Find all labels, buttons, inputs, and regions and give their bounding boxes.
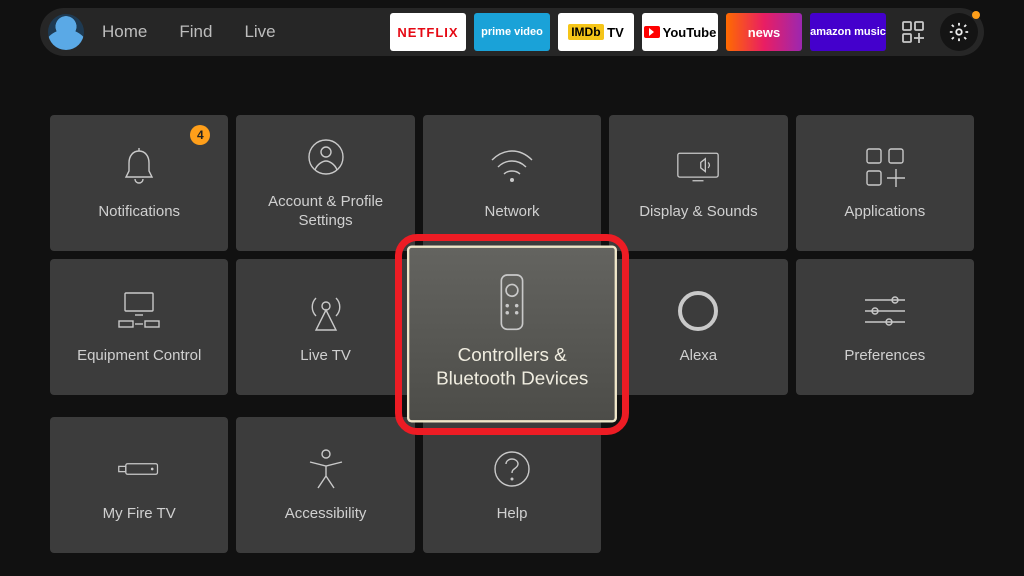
accessibility-person-icon <box>304 447 348 491</box>
tile-accessibility[interactable]: Accessibility <box>236 417 414 553</box>
nav-live[interactable]: Live <box>230 22 289 42</box>
tile-label: My Fire TV <box>103 505 176 524</box>
tile-label: Network <box>484 203 539 222</box>
tile-label: Help <box>497 505 528 524</box>
tile-equipment[interactable]: Equipment Control <box>50 259 228 395</box>
devices-icon <box>117 289 161 333</box>
app-news[interactable]: news <box>726 13 802 51</box>
app-youtube-label: YouTube <box>663 25 717 40</box>
profile-avatar[interactable] <box>48 14 84 50</box>
gear-icon <box>948 21 970 43</box>
sliders-icon <box>863 289 907 333</box>
app-prime-video[interactable]: prime video <box>474 13 550 51</box>
tile-label: Preferences <box>844 347 925 366</box>
app-netflix[interactable]: NETFLIX <box>390 13 466 51</box>
remote-icon <box>486 276 538 328</box>
notification-dot-icon <box>972 11 980 19</box>
tile-controllers[interactable]: Controllers & Bluetooth Devices <box>407 246 618 423</box>
tile-label: Accessibility <box>285 505 367 524</box>
app-amazon-music[interactable]: amazon music <box>810 13 886 51</box>
tile-help[interactable]: Help <box>423 417 601 553</box>
tile-label: Notifications <box>98 203 180 222</box>
tile-label: Controllers & Bluetooth Devices <box>419 345 606 392</box>
settings-button[interactable] <box>940 13 978 51</box>
tile-network[interactable]: Network <box>423 115 601 251</box>
tile-account[interactable]: Account & Profile Settings <box>236 115 414 251</box>
tile-label: Display & Sounds <box>639 203 757 222</box>
tile-label: Live TV <box>300 347 351 366</box>
nav-home[interactable]: Home <box>88 22 161 42</box>
bell-icon <box>117 145 161 189</box>
app-youtube[interactable]: YouTube <box>642 13 718 51</box>
antenna-icon <box>304 289 348 333</box>
tile-my-fire-tv[interactable]: My Fire TV <box>50 417 228 553</box>
help-circle-icon <box>490 447 534 491</box>
tile-label: Alexa <box>680 347 718 366</box>
tile-alexa[interactable]: Alexa <box>609 259 787 395</box>
tile-label: Account & Profile Settings <box>246 193 404 231</box>
top-nav-bar: Home Find Live NETFLIX prime video IMDb … <box>40 8 984 56</box>
nav-find[interactable]: Find <box>165 22 226 42</box>
fire-tv-stick-icon <box>117 447 161 491</box>
apps-library-button[interactable] <box>894 13 932 51</box>
alexa-ring-icon <box>676 289 720 333</box>
notifications-badge: 4 <box>190 125 210 145</box>
tv-audio-icon <box>676 145 720 189</box>
tile-preferences[interactable]: Preferences <box>796 259 974 395</box>
app-imdb-tv[interactable]: IMDb TV <box>558 13 634 51</box>
wifi-icon <box>490 145 534 189</box>
user-circle-icon <box>304 135 348 179</box>
tile-applications[interactable]: Applications <box>796 115 974 251</box>
app-prime-video-label: prime video <box>481 26 543 38</box>
tile-notifications[interactable]: 4 Notifications <box>50 115 228 251</box>
tile-label: Equipment Control <box>77 347 201 366</box>
grid-plus-icon <box>901 20 925 44</box>
youtube-icon <box>644 26 660 38</box>
tile-display[interactable]: Display & Sounds <box>609 115 787 251</box>
apps-plus-icon <box>863 145 907 189</box>
tile-live-tv[interactable]: Live TV <box>236 259 414 395</box>
tile-label: Applications <box>844 203 925 222</box>
settings-grid: 4 Notifications Account & Profile Settin… <box>50 115 974 553</box>
